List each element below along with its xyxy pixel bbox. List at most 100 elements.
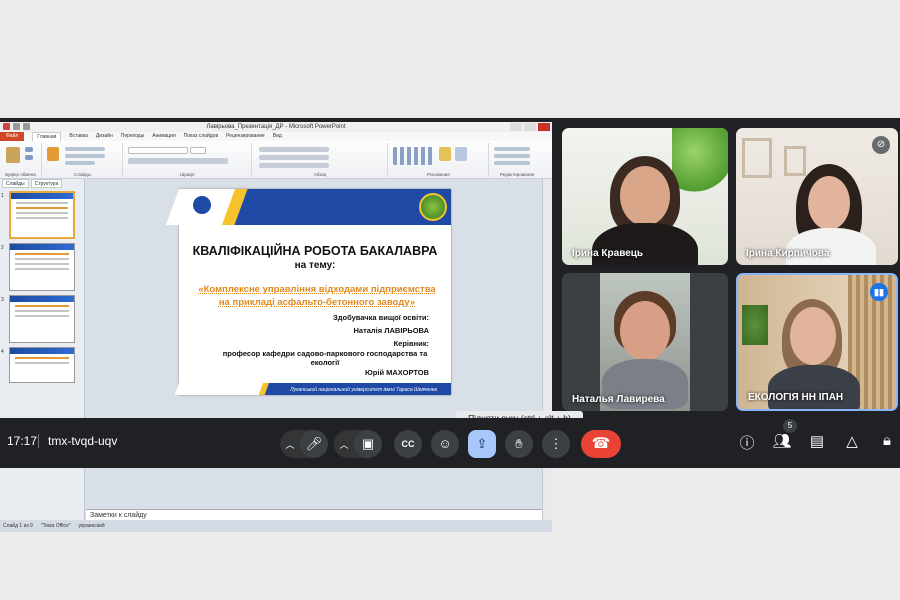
thumb-number: 2	[1, 245, 4, 251]
participant-count-badge: 5	[783, 419, 797, 433]
slides-pane: Слайды Структура 1 2 3 4	[0, 179, 85, 520]
slide-thumbnail[interactable]	[9, 243, 75, 291]
replace-button[interactable]	[494, 154, 530, 158]
leaf-decoration	[672, 128, 728, 208]
mic-icon[interactable]: 🎤︎	[300, 430, 328, 458]
tab-design[interactable]: Дизайн	[96, 132, 113, 141]
quick-styles-icon[interactable]	[455, 147, 467, 161]
tab-slides[interactable]: Слайды	[2, 179, 29, 188]
window-controls[interactable]	[510, 123, 550, 131]
camera-icon[interactable]: ▣	[354, 430, 382, 458]
host-controls-icon[interactable]: 🔒︎	[876, 432, 898, 449]
find-button[interactable]	[494, 147, 530, 151]
ppt-title-bar: Лавірьова_Презентація_ДР - Microsoft Pow…	[0, 122, 552, 132]
group-label-slides: Слайды	[74, 172, 91, 177]
tab-outline[interactable]: Структура	[30, 179, 63, 188]
present-screen-icon[interactable]: ⇪	[468, 430, 496, 458]
quick-access-toolbar[interactable]	[3, 123, 30, 130]
chat-icon[interactable]: ▤	[806, 432, 828, 450]
tab-transitions[interactable]: Переходы	[121, 132, 144, 141]
layout-button[interactable]	[65, 147, 105, 151]
participant-name: ЕКОЛОГІЯ НН ІПАН	[748, 392, 844, 403]
student-name: Наталія ЛАВІРЬОВА	[353, 326, 429, 335]
thumb-number: 1	[1, 193, 4, 199]
slides-pane-tabs: Слайды Структура	[0, 179, 84, 188]
select-button[interactable]	[494, 161, 530, 165]
tab-insert[interactable]: Вставка	[69, 132, 88, 141]
status-language: украинский	[78, 523, 105, 529]
maximize-icon[interactable]	[524, 123, 536, 131]
shapes-gallery[interactable]	[393, 147, 433, 165]
thumb-number: 4	[1, 349, 4, 355]
section-button[interactable]	[65, 161, 95, 165]
activities-icon[interactable]: △	[841, 432, 863, 450]
group-font: Шрифт	[124, 143, 252, 177]
font-format-buttons[interactable]	[128, 158, 228, 164]
list-buttons[interactable]	[259, 147, 329, 152]
notes-pane[interactable]: Заметки к слайду	[86, 509, 542, 520]
copy-icon[interactable]	[25, 155, 33, 160]
meeting-code: tmx-tvqd-uqv	[48, 434, 118, 448]
meet-window: Лавірьова_Презентація_ДР - Microsoft Pow…	[0, 118, 900, 532]
slide-thumbnail[interactable]	[9, 191, 75, 239]
camera-control: ︿ ▣	[334, 430, 382, 458]
group-editing: Редактирование	[490, 143, 544, 177]
participant-face	[808, 176, 850, 230]
smartart-button[interactable]	[259, 163, 329, 168]
chevron-up-icon[interactable]: ︿	[334, 438, 354, 451]
ppt-ribbon: Буфер обмена Слайды Шрифт Абзац Рисовани…	[0, 141, 552, 179]
tab-file[interactable]: Файл	[0, 132, 25, 141]
participant-tile[interactable]: ⊘ Ірина Кирпичова	[736, 128, 898, 265]
mic-off-icon: ⊘	[872, 136, 890, 154]
tab-animation[interactable]: Анимация	[152, 132, 175, 141]
participant-tile[interactable]: Ірина Кравець	[562, 128, 728, 265]
text-direction-button[interactable]	[259, 155, 329, 160]
tab-slideshow[interactable]: Показ слайдов	[184, 132, 218, 141]
participant-body	[768, 365, 860, 409]
tab-home[interactable]: Главная	[32, 132, 62, 141]
group-label-drawing: Рисование	[427, 172, 450, 177]
group-label-clipboard: Буфер обмена	[5, 172, 36, 177]
chevron-up-icon[interactable]: ︿	[280, 438, 300, 451]
participant-face	[620, 166, 670, 226]
font-name-select[interactable]	[128, 147, 188, 154]
slide-thumbnail[interactable]	[9, 347, 75, 383]
slide-thumbnail[interactable]	[9, 295, 75, 343]
participant-tile[interactable]: Наталья Лавирева	[562, 273, 728, 411]
participant-tile-active-speaker[interactable]: ▮▮ ЕКОЛОГІЯ НН ІПАН	[736, 273, 898, 411]
slide-subtitle: на тему:	[294, 260, 336, 271]
slide-university: Луганський національний університет імен…	[290, 387, 437, 393]
cut-icon[interactable]	[25, 147, 33, 152]
tab-review[interactable]: Рецензирование	[226, 132, 265, 141]
divider	[38, 434, 39, 448]
raise-hand-icon[interactable]: ✋︎	[505, 430, 533, 458]
emoji-icon[interactable]: ☺	[431, 430, 459, 458]
minimize-icon[interactable]	[510, 123, 522, 131]
new-slide-icon[interactable]	[47, 147, 59, 161]
more-options-icon[interactable]: ⋮	[542, 430, 570, 458]
info-icon[interactable]: ⓘ	[736, 432, 758, 453]
supervisor-position: професор кафедри садово-паркового господ…	[222, 349, 428, 367]
group-label-paragraph: Абзац	[313, 172, 327, 177]
speaking-indicator-icon: ▮▮	[870, 283, 888, 301]
arrange-icon[interactable]	[439, 147, 451, 161]
participant-face	[620, 301, 670, 361]
close-icon[interactable]	[538, 123, 550, 131]
control-bar: 17:17 tmx-tvqd-uqv ︿ 🎤︎ ︿ ▣ CC ☺ ⇪ ✋︎ ⋮ …	[0, 418, 900, 468]
captions-icon[interactable]: CC	[394, 430, 422, 458]
group-drawing: Рисование	[389, 143, 489, 177]
vertical-scrollbar[interactable]	[542, 179, 552, 520]
current-slide[interactable]: КВАЛІФІКАЦІЙНА РОБОТА БАКАЛАВРА на тему:…	[165, 189, 451, 395]
leave-call-icon[interactable]: ☎︎	[581, 430, 621, 458]
tab-view[interactable]: Вид	[273, 132, 282, 141]
shared-screen: Лавірьова_Презентація_ДР - Microsoft Pow…	[0, 122, 552, 532]
slide-header-band	[165, 189, 451, 225]
font-size-select[interactable]	[190, 147, 206, 154]
reset-button[interactable]	[65, 154, 105, 158]
ppt-ribbon-tabs: Файл Главная Вставка Дизайн Переходы Ани…	[0, 132, 552, 141]
people-icon[interactable]: 👥︎	[771, 432, 793, 450]
slide-editor: КВАЛІФІКАЦІЙНА РОБОТА БАКАЛАВРА на тему:…	[86, 179, 542, 520]
picture-frame	[742, 138, 772, 178]
group-clipboard: Буфер обмена	[0, 143, 42, 177]
paste-icon[interactable]	[6, 147, 20, 163]
